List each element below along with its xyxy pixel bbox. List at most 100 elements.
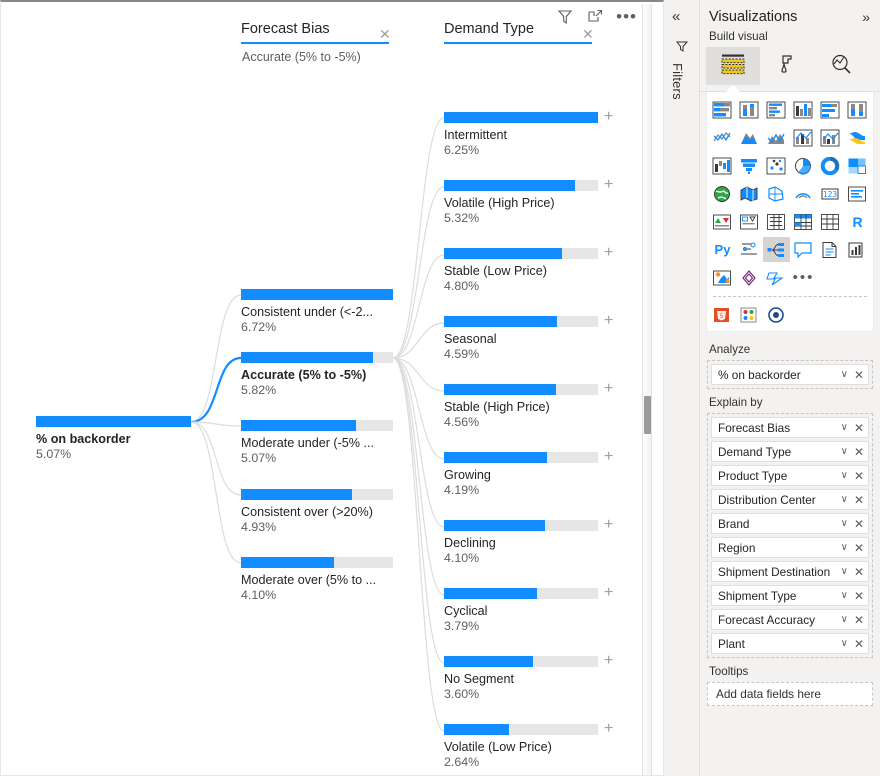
kpi-icon[interactable] (736, 209, 763, 234)
tree-node-level2[interactable]: + Declining 4.10% (444, 517, 613, 565)
remove-field-icon[interactable]: ✕ (854, 614, 864, 626)
expand-node-icon[interactable]: + (604, 517, 613, 533)
field-wells[interactable]: Analyze % on backorder ∨ ✕ Explain by Fo… (700, 332, 880, 706)
analytics-tab[interactable] (814, 47, 868, 85)
chevron-down-icon[interactable]: ∨ (841, 638, 848, 649)
clustered-bar-chart-icon[interactable] (763, 97, 790, 122)
remove-field-icon[interactable]: ✕ (854, 470, 864, 482)
python-visual-icon[interactable]: Py (709, 237, 736, 262)
field-chip-explain-by[interactable]: Plant ∨ ✕ (711, 633, 869, 654)
more-options-icon[interactable]: ••• (616, 8, 637, 25)
close-icon-demand-type[interactable]: ✕ (582, 27, 594, 41)
expand-node-icon[interactable]: + (604, 177, 613, 193)
column-header-forecast-bias[interactable]: Forecast Bias (241, 21, 389, 44)
field-chip-explain-by[interactable]: Forecast Bias ∨ ✕ (711, 417, 869, 438)
visual-pane-tabs[interactable] (700, 47, 880, 92)
field-chip-explain-by[interactable]: Demand Type ∨ ✕ (711, 441, 869, 462)
expand-node-icon[interactable]: + (604, 449, 613, 465)
clustered-column-chart-icon[interactable] (790, 97, 817, 122)
stacked-area-chart-icon[interactable] (763, 125, 790, 150)
field-chip-explain-by[interactable]: Product Type ∨ ✕ (711, 465, 869, 486)
remove-field-icon[interactable]: ✕ (854, 590, 864, 602)
remove-field-icon[interactable]: ✕ (854, 369, 864, 381)
canvas-vertical-scrollbar[interactable] (642, 4, 652, 775)
chevron-down-icon[interactable]: ∨ (841, 369, 848, 380)
line-and-stacked-column-icon[interactable] (790, 125, 817, 150)
donut-chart-icon[interactable] (817, 153, 844, 178)
power-apps-icon[interactable] (736, 265, 763, 290)
field-chip-explain-by[interactable]: Forecast Accuracy ∨ ✕ (711, 609, 869, 630)
stacked-column-chart-icon[interactable] (736, 97, 763, 122)
expand-node-icon[interactable]: + (604, 653, 613, 669)
expand-node-icon[interactable]: + (604, 381, 613, 397)
tree-node-level1[interactable]: Moderate over (5% to ... 4.10% (241, 557, 393, 602)
expand-node-icon[interactable]: + (604, 585, 613, 601)
map-icon[interactable] (709, 181, 736, 206)
tooltips-well-placeholder[interactable]: Add data fields here (707, 682, 873, 706)
smart-narrative-icon[interactable] (817, 237, 844, 262)
metrics-icon[interactable] (844, 237, 871, 262)
field-chip-explain-by[interactable]: Shipment Destination ∨ ✕ (711, 561, 869, 582)
waterfall-chart-icon[interactable] (709, 153, 736, 178)
html-viewer-icon[interactable]: 5 (709, 302, 736, 327)
scatter-chart-icon[interactable] (763, 153, 790, 178)
visio-icon[interactable] (736, 302, 763, 327)
filters-rail-content[interactable]: Filters (670, 40, 694, 103)
remove-field-icon[interactable]: ✕ (854, 566, 864, 578)
format-visual-tab[interactable] (760, 47, 814, 85)
explain-by-well[interactable]: Forecast Bias ∨ ✕ Demand Type ∨ ✕ Product Type… (707, 413, 873, 658)
expand-node-icon[interactable]: + (604, 245, 613, 261)
chevron-down-icon[interactable]: ∨ (841, 446, 848, 457)
filters-pane-collapsed[interactable]: « Filters (664, 0, 700, 776)
more-visuals-icon[interactable]: ••• (790, 265, 817, 290)
tree-node-level1[interactable]: Consistent over (>20%) 4.93% (241, 489, 393, 534)
tree-node-level2[interactable]: + Seasonal 4.59% (444, 313, 613, 361)
remove-field-icon[interactable]: ✕ (854, 518, 864, 530)
treemap-icon[interactable] (844, 153, 871, 178)
tree-node-level1-selected[interactable]: Accurate (5% to -5%) 5.82% (241, 352, 393, 397)
tree-node-level2[interactable]: + Volatile (Low Price) 2.64% (444, 721, 613, 769)
chevron-down-icon[interactable]: ∨ (841, 542, 848, 553)
chevron-down-icon[interactable]: ∨ (841, 614, 848, 625)
visual-type-gallery[interactable]: 123 R Py ••• 5 (706, 92, 874, 332)
line-chart-icon[interactable] (709, 125, 736, 150)
tree-node-level1[interactable]: Consistent under (<-2... 6.72% (241, 289, 393, 334)
field-chip-explain-by[interactable]: Brand ∨ ✕ (711, 513, 869, 534)
remove-field-icon[interactable]: ✕ (854, 446, 864, 458)
decomposition-tree-visual[interactable]: ••• Forecast Bias ✕ Accurate (5% to -5%)… (0, 0, 664, 776)
remove-field-icon[interactable]: ✕ (854, 542, 864, 554)
filled-map-icon[interactable] (736, 181, 763, 206)
tree-node-level2[interactable]: + Stable (Low Price) 4.80% (444, 245, 613, 293)
expand-pane-icon[interactable]: » (862, 9, 870, 25)
tree-node-level1[interactable]: Moderate under (-5% ... 5.07% (241, 420, 393, 465)
r-script-visual-icon[interactable]: R (844, 209, 871, 234)
arcgis-maps-icon[interactable] (763, 302, 790, 327)
decomposition-tree-icon[interactable] (763, 237, 790, 262)
tree-node-level2[interactable]: + Cyclical 3.79% (444, 585, 613, 633)
chevron-down-icon[interactable]: ∨ (841, 590, 848, 601)
multi-row-card-icon[interactable] (709, 209, 736, 234)
qna-icon[interactable] (790, 237, 817, 262)
column-header-demand-type[interactable]: Demand Type (444, 21, 592, 44)
card-icon[interactable] (844, 181, 871, 206)
area-chart-icon[interactable] (736, 125, 763, 150)
remove-field-icon[interactable]: ✕ (854, 422, 864, 434)
tree-node-level2[interactable]: + Growing 4.19% (444, 449, 613, 497)
tree-node-level2[interactable]: + Stable (High Price) 4.56% (444, 381, 613, 429)
chevron-down-icon[interactable]: ∨ (841, 518, 848, 529)
key-influencers-icon[interactable] (736, 237, 763, 262)
expand-node-icon[interactable]: + (604, 109, 613, 125)
power-automate-icon[interactable] (763, 265, 790, 290)
chevron-down-icon[interactable]: ∨ (841, 566, 848, 577)
matrix-icon[interactable] (817, 209, 844, 234)
field-chip-analyze[interactable]: % on backorder ∨ ✕ (711, 364, 869, 385)
gauge-icon[interactable]: 123 (817, 181, 844, 206)
close-icon-forecast-bias[interactable]: ✕ (379, 27, 391, 41)
ribbon-chart-icon[interactable] (844, 125, 871, 150)
funnel-icon[interactable] (736, 153, 763, 178)
azure-map-icon[interactable] (790, 181, 817, 206)
tree-node-root[interactable]: % on backorder 5.07% (36, 416, 191, 461)
hundred-percent-stacked-bar-icon[interactable] (817, 97, 844, 122)
table-icon[interactable] (790, 209, 817, 234)
scrollbar-thumb[interactable] (644, 396, 651, 434)
